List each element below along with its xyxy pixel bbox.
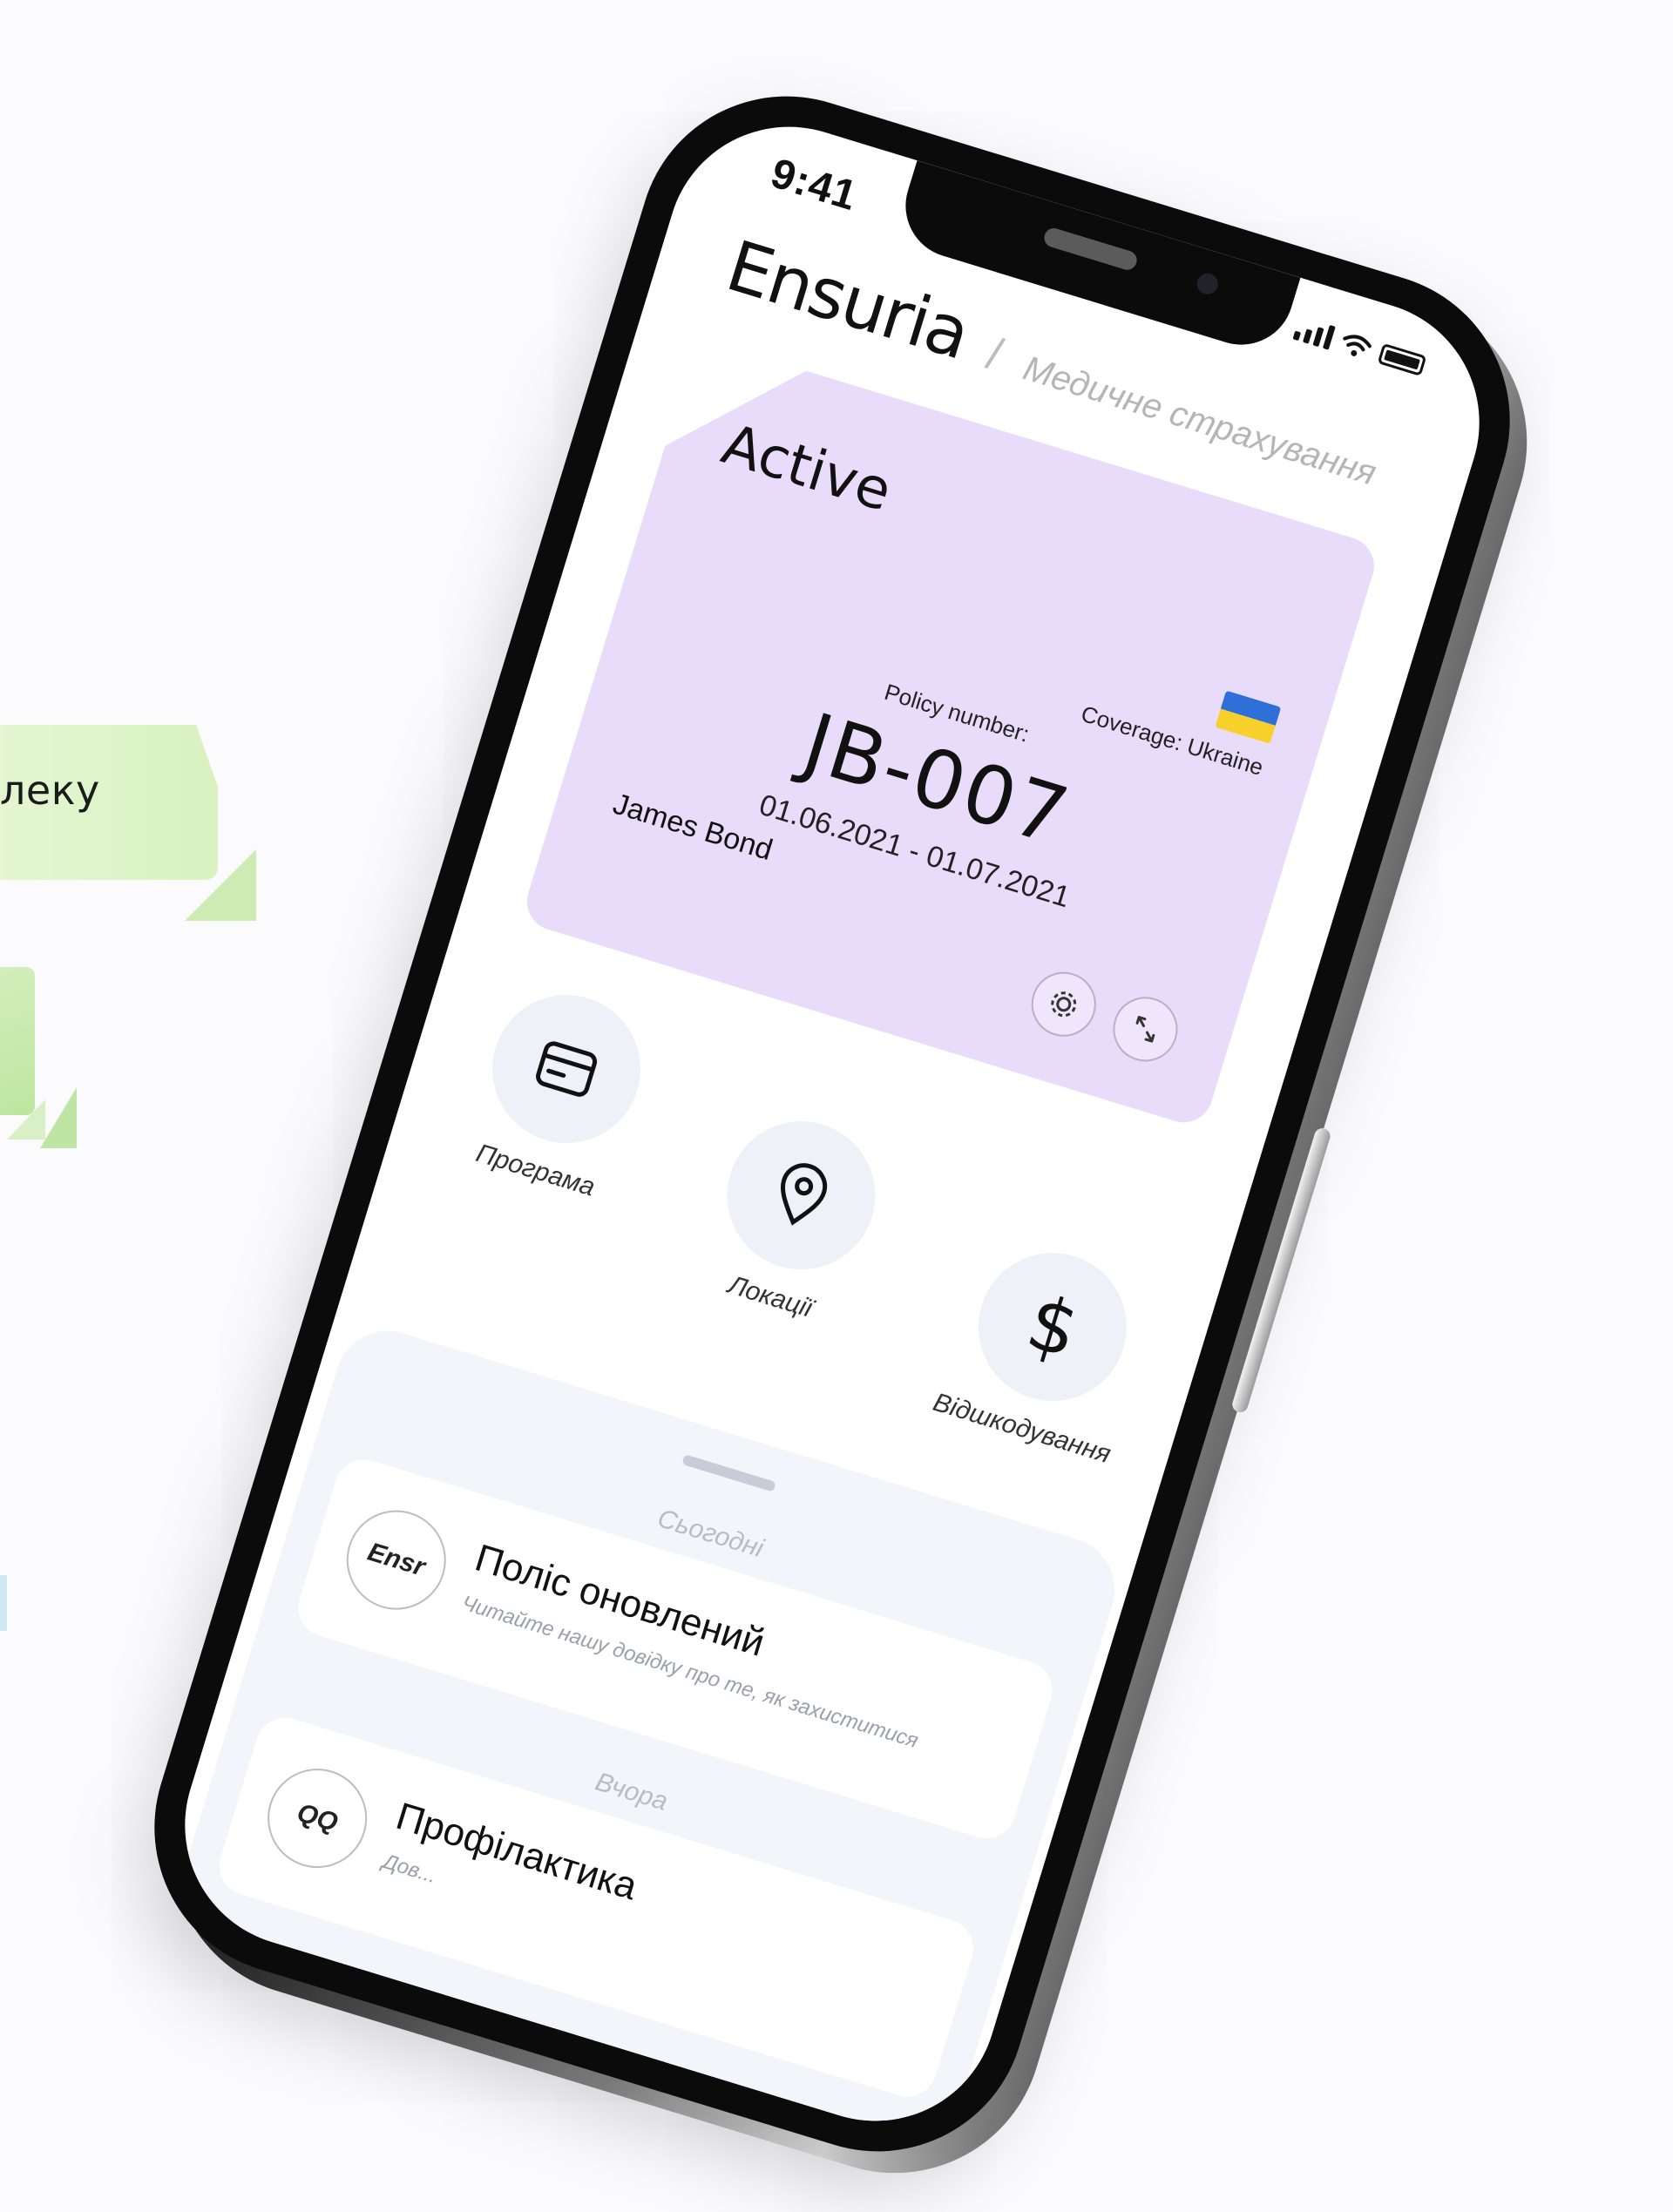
status-time: 9:41 (765, 150, 863, 220)
status-icons (1292, 315, 1427, 378)
quick-action-circle (473, 976, 660, 1162)
decor-block (0, 967, 35, 1115)
card-icon (536, 1041, 598, 1097)
quick-action-label: Локації (724, 1270, 816, 1323)
speaker (1041, 226, 1140, 273)
quick-action-label: Відшкодування (930, 1387, 1114, 1470)
camera (1194, 270, 1221, 297)
header-divider: / (980, 328, 1008, 381)
ukraine-flag-icon (1215, 690, 1281, 743)
quick-action-circle: $ (960, 1235, 1146, 1420)
wifi-icon (1343, 335, 1372, 356)
phone-mockup: 9:41 Ensuria / Медичне страхування Activ… (118, 59, 1564, 2210)
dollar-icon: $ (1017, 1278, 1089, 1377)
gear-icon (1044, 984, 1083, 1024)
quick-action-locations[interactable]: Локації (694, 1103, 894, 1333)
battery-icon (1377, 342, 1427, 376)
card-actions (1024, 964, 1186, 1069)
expand-icon (1127, 1011, 1163, 1047)
quick-action-reimbursement[interactable]: $ Відшкодування (930, 1229, 1162, 1470)
card-settings-button[interactable] (1024, 964, 1104, 1044)
policy-status: Active (715, 412, 899, 524)
signal-icon (1292, 315, 1336, 350)
avatar: QQ (254, 1755, 380, 1881)
phone-frame: 9:41 Ensuria / Медичне страхування Activ… (118, 59, 1547, 2188)
decor-triangle (40, 1087, 77, 1148)
quick-action-program[interactable]: Програма (460, 976, 660, 1207)
quick-action-label: Програма (472, 1138, 599, 1202)
avatar: Ensr (334, 1498, 458, 1622)
sheet-drag-handle[interactable] (681, 1454, 776, 1492)
notification-description: Дов... (380, 1850, 440, 1889)
quick-action-circle (708, 1103, 894, 1289)
location-pin-icon (780, 1163, 828, 1226)
decor-bar (0, 1575, 7, 1631)
card-expand-button[interactable] (1105, 989, 1185, 1069)
promo-text: леку (0, 767, 100, 814)
